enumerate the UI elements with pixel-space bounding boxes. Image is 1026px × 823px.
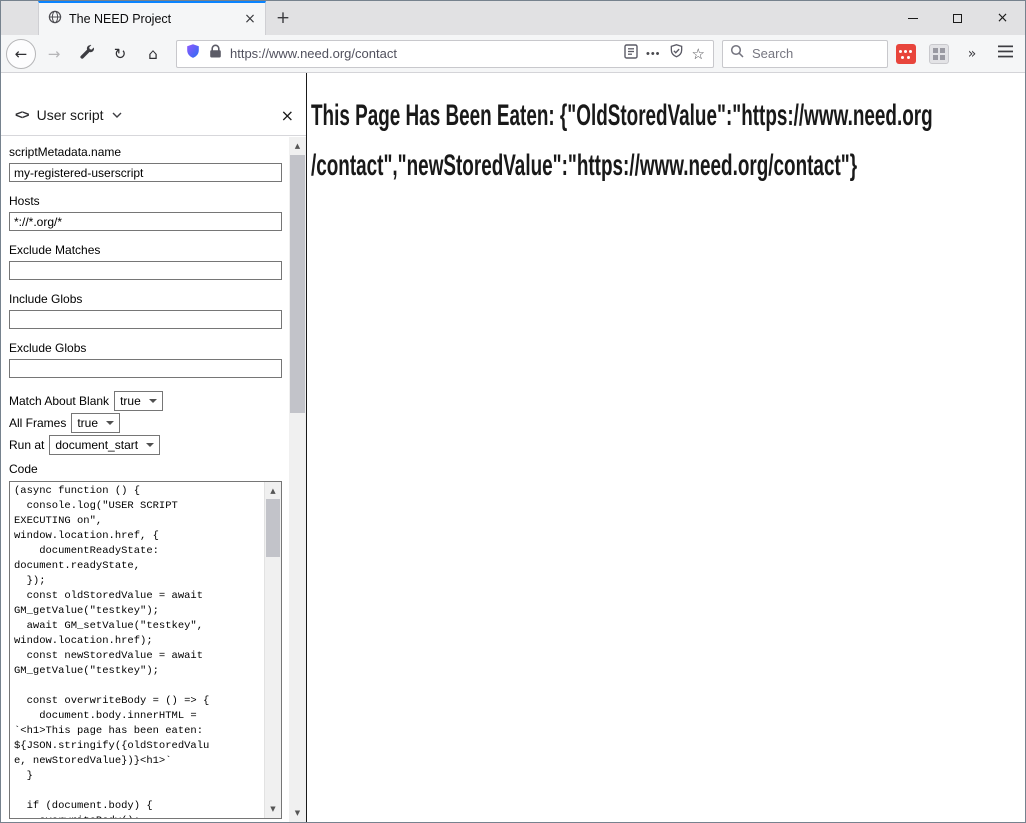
field-include-globs: Include Globs [9,293,289,329]
scroll-down-icon[interactable]: ▼ [265,801,281,817]
tab-close-icon[interactable]: × [241,11,259,27]
code-scrollbar[interactable]: ▲ ▼ [264,482,281,818]
row-run-at: Run at document_start [9,435,289,455]
back-button[interactable]: ← [6,39,36,69]
chevron-down-icon[interactable] [112,105,122,123]
hamburger-menu-icon [998,45,1013,62]
script-name-input[interactable] [9,163,282,182]
chevron-down-icon [149,399,157,403]
sidebar-scroll-thumb[interactable] [290,155,305,413]
select-value: true [120,394,141,408]
browser-tab[interactable]: The NEED Project × [38,1,266,35]
chevron-down-icon [146,443,154,447]
field-exclude-matches: Exclude Matches [9,244,289,280]
exclude-globs-input[interactable] [9,359,282,378]
sidebar-scrollbar[interactable]: ▲ ▼ [289,137,306,822]
select-group: Match About Blank true All Frames true [9,391,289,455]
code-label: Code [9,462,289,476]
page-heading-line1: This Page Has Been Eaten: {"OldStoredVal… [311,91,761,141]
select-label: All Frames [9,416,66,430]
maximize-icon [953,14,962,23]
new-tab-button[interactable]: + [266,1,300,35]
exclude-matches-input[interactable] [9,261,282,280]
field-label: scriptMetadata.name [9,146,289,159]
protections-shield-icon[interactable] [185,43,201,65]
select-value: document_start [55,438,138,452]
reload-button[interactable]: ↻ [105,39,135,69]
row-match-about-blank: Match About Blank true [9,391,289,411]
tab-title: The NEED Project [69,12,234,26]
select-label: Match About Blank [9,394,109,408]
panel-form: scriptMetadata.name Hosts Exclude Matche… [1,136,289,819]
url-text[interactable]: https://www.need.org/contact [230,46,616,61]
code-text[interactable]: (async function () { console.log("USER S… [10,482,281,819]
navigation-toolbar: ← → ↻ ⌂ https://www.need.org/contact ••• [1,35,1025,73]
field-exclude-globs: Exclude Globs [9,342,289,378]
overflow-menu-button[interactable]: » [957,39,987,69]
field-script-name: scriptMetadata.name [9,146,289,182]
panel-header: <> User script × [1,73,306,136]
reader-view-button[interactable] [624,44,638,64]
field-hosts: Hosts [9,195,289,231]
select-label: Run at [9,438,44,452]
search-icon [730,44,744,63]
minimize-button[interactable] [890,1,935,35]
tab-favicon-icon [48,10,62,29]
home-button[interactable]: ⌂ [138,39,168,69]
scroll-up-icon[interactable]: ▲ [265,483,281,499]
code-editor[interactable]: (async function () { console.log("USER S… [9,481,282,819]
forward-button[interactable]: → [39,39,69,69]
grid-extension-icon [929,44,949,64]
field-label: Include Globs [9,293,289,306]
extension-button-red[interactable] [891,39,921,69]
window-controls: × [890,1,1025,35]
run-at-select[interactable]: document_start [49,435,160,455]
wrench-icon [79,44,95,64]
code-scroll-thumb[interactable] [266,499,280,557]
extension-button-grid[interactable] [924,39,954,69]
hosts-input[interactable] [9,212,282,231]
titlebar: The NEED Project × + × [1,1,1025,35]
close-window-button[interactable]: × [980,1,1025,35]
field-label: Hosts [9,195,289,208]
match-about-blank-select[interactable]: true [114,391,163,411]
tool-button[interactable] [72,39,102,69]
app-menu-button[interactable] [990,39,1020,69]
search-input[interactable] [750,45,880,62]
chevron-down-icon [106,421,114,425]
row-all-frames: All Frames true [9,413,289,433]
scroll-down-icon[interactable]: ▼ [289,805,306,821]
red-extension-icon [896,44,916,64]
include-globs-input[interactable] [9,310,282,329]
bookmark-star-button[interactable]: ☆ [692,45,705,63]
shield-check-button[interactable] [669,43,684,64]
page-heading: This Page Has Been Eaten: {"OldStoredVal… [311,91,761,191]
field-label: Exclude Matches [9,244,289,257]
url-bar[interactable]: https://www.need.org/contact ••• ☆ [176,40,714,68]
page-heading-line2: /contact","newStoredValue":"https://www.… [311,141,761,191]
scroll-up-icon[interactable]: ▲ [289,138,306,154]
browser-window: The NEED Project × + × ← → ↻ ⌂ ht [0,0,1026,823]
search-bar[interactable] [722,40,888,68]
maximize-button[interactable] [935,1,980,35]
lock-icon[interactable] [209,44,222,64]
page-content: This Page Has Been Eaten: {"OldStoredVal… [307,73,1025,822]
panel-close-button[interactable]: × [281,109,294,123]
field-label: Exclude Globs [9,342,289,355]
minimize-icon [908,18,918,19]
titlebar-drag-area [300,1,890,35]
panel-title[interactable]: User script [37,107,104,123]
code-icon: <> [15,108,29,123]
all-frames-select[interactable]: true [71,413,120,433]
page-actions-button[interactable]: ••• [646,48,661,60]
browser-content: <> User script × scriptMetadata.name Hos… [1,73,1025,822]
userscript-panel: <> User script × scriptMetadata.name Hos… [1,73,307,822]
select-value: true [77,416,98,430]
